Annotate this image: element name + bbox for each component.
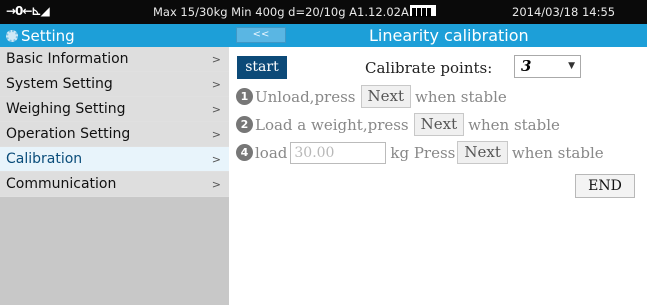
step-text: Load a weight,press bbox=[255, 115, 409, 134]
sidebar-item-weighing-setting[interactable]: Weighing Setting > bbox=[0, 97, 229, 122]
sidebar-item-operation-setting[interactable]: Operation Setting > bbox=[0, 122, 229, 147]
chevron-right-icon: > bbox=[211, 102, 221, 116]
step-number-icon: 1 bbox=[236, 88, 253, 105]
sidebar-item-calibration[interactable]: Calibration > bbox=[0, 147, 229, 172]
step-text: Unload,press bbox=[255, 87, 356, 106]
step-suffix: when stable bbox=[415, 87, 507, 106]
step-4: 4 load 30.00 kg Press Next when stable bbox=[236, 141, 604, 164]
step-number-icon: 2 bbox=[236, 116, 253, 133]
sidebar-title: Setting bbox=[0, 24, 229, 47]
status-bar: →0←⊾◢ Max 15/30kg Min 400g d=20/10g A1.1… bbox=[0, 0, 647, 24]
back-button[interactable]: << bbox=[236, 27, 286, 43]
step-1: 1 Unload,press Next when stable bbox=[236, 85, 507, 108]
page-title: Linearity calibration bbox=[369, 26, 529, 45]
sidebar-item-label: Calibration bbox=[6, 151, 83, 167]
sidebar: Basic Information > System Setting > Wei… bbox=[0, 47, 229, 305]
sidebar-item-label: Weighing Setting bbox=[6, 101, 126, 117]
start-button[interactable]: start bbox=[237, 56, 287, 79]
calibrate-points-label: Calibrate points: bbox=[365, 59, 493, 77]
step-text: load bbox=[255, 143, 288, 162]
unit-text: kg Press bbox=[390, 143, 456, 162]
calibrate-points-select[interactable]: 3 ▼ bbox=[514, 55, 581, 78]
step-suffix: when stable bbox=[468, 115, 560, 134]
chevron-right-icon: > bbox=[211, 177, 221, 191]
step-suffix: when stable bbox=[511, 143, 604, 162]
battery-icon bbox=[409, 5, 436, 17]
next-button[interactable]: Next bbox=[457, 141, 508, 164]
sidebar-item-label: System Setting bbox=[6, 76, 113, 92]
sidebar-item-communication[interactable]: Communication > bbox=[0, 172, 229, 197]
gear-icon bbox=[6, 29, 18, 42]
dropdown-arrow-icon: ▼ bbox=[568, 61, 575, 71]
end-button[interactable]: END bbox=[575, 174, 635, 198]
scale-info: Max 15/30kg Min 400g d=20/10g A1.12.02A bbox=[153, 5, 437, 19]
sidebar-item-basic-information[interactable]: Basic Information > bbox=[0, 47, 229, 72]
chevron-right-icon: > bbox=[211, 127, 221, 141]
zero-indicator: →0←⊾◢ bbox=[6, 4, 50, 18]
main-header: << Linearity calibration bbox=[229, 24, 647, 47]
calibrate-points-value: 3 bbox=[521, 57, 532, 75]
sidebar-item-label: Communication bbox=[6, 176, 117, 192]
sidebar-title-label: Setting bbox=[21, 26, 75, 45]
chevron-right-icon: > bbox=[211, 152, 221, 166]
next-button[interactable]: Next bbox=[360, 85, 411, 108]
main-content: start Calibrate points: 3 ▼ 1 Unload,pre… bbox=[229, 47, 647, 305]
sidebar-item-label: Operation Setting bbox=[6, 126, 131, 142]
chevron-right-icon: > bbox=[211, 52, 221, 66]
step-number-icon: 4 bbox=[236, 144, 253, 161]
datetime: 2014/03/18 14:55 bbox=[512, 5, 616, 19]
weight-input[interactable]: 30.00 bbox=[290, 141, 387, 164]
sidebar-item-system-setting[interactable]: System Setting > bbox=[0, 72, 229, 97]
chevron-right-icon: > bbox=[211, 77, 221, 91]
step-2: 2 Load a weight,press Next when stable bbox=[236, 113, 560, 136]
next-button[interactable]: Next bbox=[413, 113, 465, 136]
sidebar-item-label: Basic Information bbox=[6, 51, 129, 67]
